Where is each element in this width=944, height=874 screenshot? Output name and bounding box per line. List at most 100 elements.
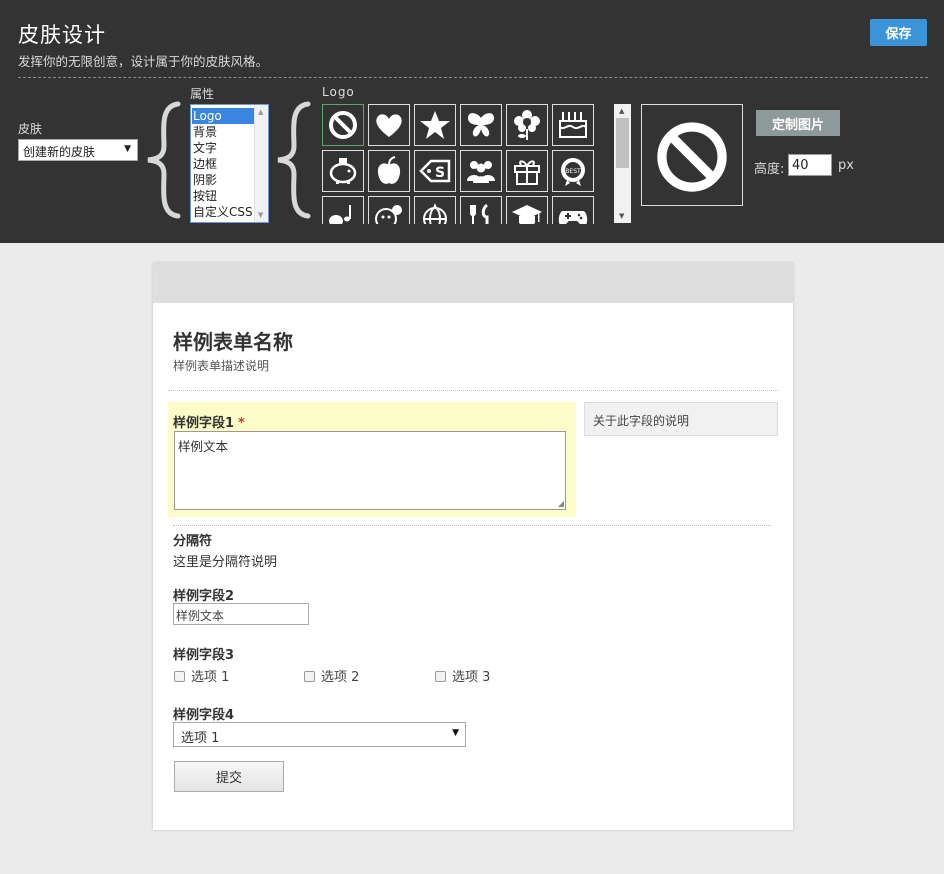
field2-value: 样例文本 xyxy=(176,609,225,623)
save-button[interactable]: 保存 xyxy=(870,19,927,46)
logo-option-cake[interactable] xyxy=(552,104,594,146)
logo-icon-grid: S BEST xyxy=(322,104,598,224)
butterfly-icon xyxy=(468,113,494,137)
checkbox[interactable] xyxy=(435,671,446,682)
logo-option-flower[interactable] xyxy=(506,104,548,146)
form-preview-card: 样例表单名称 样例表单描述说明 样例字段1 * 样例文本 ◢ 关于此字段的说明 分… xyxy=(153,263,793,830)
field1-help-text: 关于此字段的说明 xyxy=(584,402,778,436)
logo-preview xyxy=(641,104,743,206)
logo-option-chat-face[interactable] xyxy=(368,196,410,224)
form-description: 样例表单描述说明 xyxy=(173,359,270,373)
left-brace-icon xyxy=(277,101,311,219)
caret-down-icon: ▼ xyxy=(452,728,459,738)
separator-description: 这里是分隔符说明 xyxy=(173,555,278,570)
cake-icon xyxy=(559,112,587,138)
utensils-icon xyxy=(470,203,489,224)
custom-image-button[interactable]: 定制图片 xyxy=(756,110,840,136)
svg-text:S: S xyxy=(435,165,445,181)
logo-option-price-tag[interactable]: S xyxy=(414,150,456,192)
field3-option-3[interactable]: 选项 3 xyxy=(435,666,490,685)
logo-option-gift[interactable] xyxy=(506,150,548,192)
property-item-logo[interactable]: Logo xyxy=(192,108,254,124)
page-subtitle: 发挥你的无限创意，设计属于你的皮肤风格。 xyxy=(18,54,269,69)
checkbox[interactable] xyxy=(304,671,315,682)
scroll-up-icon[interactable]: ▲ xyxy=(619,107,624,115)
apple-icon xyxy=(377,156,401,184)
field1-label-text: 样例字段1 xyxy=(173,416,235,431)
height-label: 高度: xyxy=(754,162,785,177)
logo-option-graduation-cap[interactable] xyxy=(506,196,548,224)
form-header-bar xyxy=(153,263,793,303)
svg-text:BEST: BEST xyxy=(565,168,581,175)
form-title: 样例表单名称 xyxy=(173,330,293,354)
property-item-custom-css[interactable]: 自定义CSS xyxy=(192,204,254,220)
field2-label: 样例字段2 xyxy=(173,589,235,604)
scroll-up-icon[interactable]: ▲ xyxy=(258,108,263,116)
option-label: 选项 1 xyxy=(191,670,230,685)
logo-option-butterfly[interactable] xyxy=(460,104,502,146)
field4-label: 样例字段4 xyxy=(173,708,235,723)
properties-listbox[interactable]: Logo 背景 文字 边框 阴影 按钮 自定义CSS ▲ ▼ xyxy=(190,104,269,223)
field4-select[interactable]: 选项 1 ▼ xyxy=(173,722,466,747)
required-marker: * xyxy=(238,416,245,431)
skin-label: 皮肤 xyxy=(18,122,43,136)
skin-select[interactable]: 创建新的皮肤 ▼ xyxy=(18,139,138,161)
property-item-button[interactable]: 按钮 xyxy=(192,188,254,204)
piggy-bank-icon xyxy=(329,158,357,184)
chat-face-icon xyxy=(375,205,402,224)
height-input[interactable] xyxy=(788,154,832,176)
logo-option-globe[interactable] xyxy=(414,196,456,224)
separator-title: 分隔符 xyxy=(173,534,213,549)
field1-container: 样例字段1 * 样例文本 ◢ xyxy=(168,402,576,517)
logo-option-best-badge[interactable]: BEST xyxy=(552,150,594,192)
globe-icon xyxy=(423,203,447,224)
logo-option-ban[interactable] xyxy=(322,104,364,146)
scrollbar-thumb[interactable] xyxy=(616,118,629,168)
separator-line xyxy=(173,525,771,526)
field1-textarea[interactable]: 样例文本 ◢ xyxy=(174,431,566,510)
field3-option-2[interactable]: 选项 2 xyxy=(304,666,359,685)
property-item-text[interactable]: 文字 xyxy=(192,140,254,156)
skin-select-value: 创建新的皮肤 xyxy=(23,145,96,159)
star-icon xyxy=(420,111,450,139)
scroll-down-icon[interactable]: ▼ xyxy=(258,211,263,219)
field1-label: 样例字段1 * xyxy=(173,412,245,431)
field4-selected-value: 选项 1 xyxy=(181,731,220,746)
logo-option-apple[interactable] xyxy=(368,150,410,192)
property-item-border[interactable]: 边框 xyxy=(192,156,254,172)
option-label: 选项 3 xyxy=(452,670,491,685)
caret-down-icon: ▼ xyxy=(124,144,131,154)
properties-scrollbar[interactable]: ▲ ▼ xyxy=(254,105,268,222)
field3-option-1[interactable]: 选项 1 xyxy=(174,666,229,685)
music-note-icon xyxy=(329,205,351,224)
logo-option-group[interactable] xyxy=(460,150,502,192)
logo-option-gamepad[interactable] xyxy=(552,196,594,224)
field1-value: 样例文本 xyxy=(178,439,229,454)
scroll-down-icon[interactable]: ▼ xyxy=(619,212,624,220)
header-divider xyxy=(18,77,928,78)
form-divider xyxy=(168,390,778,391)
gift-icon xyxy=(514,160,540,185)
best-badge-icon: BEST xyxy=(561,158,585,186)
field2-input[interactable]: 样例文本 xyxy=(173,603,309,625)
logo-option-heart[interactable] xyxy=(368,104,410,146)
logo-option-piggy-bank[interactable] xyxy=(322,150,364,192)
logo-option-music-note[interactable] xyxy=(322,196,364,224)
ban-icon xyxy=(657,122,727,192)
height-unit-label: px xyxy=(838,158,854,173)
logo-grid-scrollbar[interactable]: ▲ ▼ xyxy=(614,104,631,223)
flower-icon xyxy=(514,110,540,140)
property-item-background[interactable]: 背景 xyxy=(192,124,254,140)
left-brace-icon xyxy=(147,101,181,219)
logo-option-utensils[interactable] xyxy=(460,196,502,224)
field3-label: 样例字段3 xyxy=(173,648,235,663)
group-icon xyxy=(467,161,495,183)
page-title: 皮肤设计 xyxy=(18,23,106,47)
resize-handle-icon[interactable]: ◢ xyxy=(558,499,564,508)
checkbox[interactable] xyxy=(174,671,185,682)
logo-option-star[interactable] xyxy=(414,104,456,146)
logo-label: Logo xyxy=(322,85,355,99)
submit-button[interactable]: 提交 xyxy=(174,761,284,792)
property-item-shadow[interactable]: 阴影 xyxy=(192,172,254,188)
skin-designer-panel: 皮肤设计 发挥你的无限创意，设计属于你的皮肤风格。 保存 皮肤 创建新的皮肤 ▼… xyxy=(0,0,944,243)
